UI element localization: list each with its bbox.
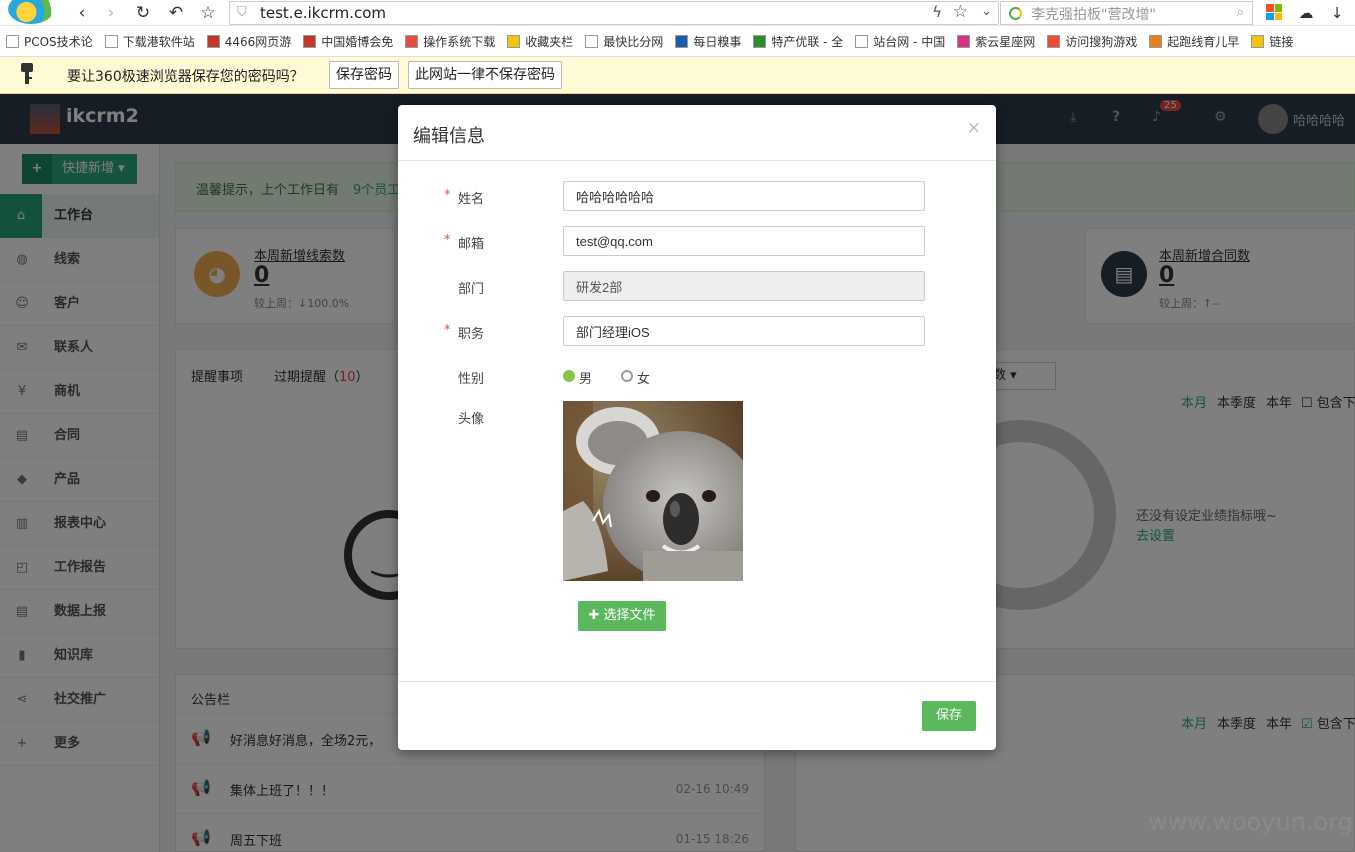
password-prompt-message: 要让360极速浏览器保存您的密码吗？ xyxy=(67,69,304,85)
bookmark-label: PCOS技术论 xyxy=(24,35,93,49)
bookmark-favicon-icon xyxy=(855,35,869,48)
bookmark-item[interactable]: 特产优联 - 全 xyxy=(753,33,843,50)
bookmark-label: 最快比分网 xyxy=(603,35,664,49)
bookmark-item[interactable]: 最快比分网 xyxy=(585,33,663,50)
gender-female-radio[interactable] xyxy=(621,370,633,382)
search-input[interactable]: 李克强拍板"营改增" ⌕ xyxy=(1000,1,1253,25)
footer-divider xyxy=(398,681,996,682)
choose-file-label: 选择文件 xyxy=(603,608,656,623)
bookmark-favicon-icon xyxy=(206,35,220,48)
bookmark-label: 链接 xyxy=(1269,35,1294,49)
required-marker: * xyxy=(444,233,451,248)
chevron-down-icon[interactable]: ⌄ xyxy=(981,4,992,19)
choose-file-button[interactable]: ✚ 选择文件 xyxy=(578,601,666,631)
position-input[interactable] xyxy=(563,316,925,346)
bookmark-favicon-icon xyxy=(405,35,419,48)
bookmarks-bar: PCOS技术论 下载港软件站 4466网页游 中国婚博会免 操作系统下载 收藏夹栏 最快比分… xyxy=(0,27,1355,57)
forward-icon[interactable]: › xyxy=(100,2,122,24)
bookmark-favicon-icon xyxy=(1149,35,1163,48)
bookmark-favicon-icon xyxy=(507,35,521,48)
gender-female-label[interactable]: 女 xyxy=(637,368,650,387)
dialog-title: 编辑信息 xyxy=(413,126,485,147)
required-marker: * xyxy=(444,323,451,338)
bookmark-label: 起跑线育儿早 xyxy=(1167,35,1240,49)
email-input[interactable] xyxy=(563,226,925,256)
bookmark-label: 收藏夹栏 xyxy=(525,35,574,49)
name-input[interactable] xyxy=(563,181,925,211)
save-password-button[interactable]: 保存密码 xyxy=(329,61,399,89)
avatar-label: 头像 xyxy=(458,412,485,427)
bookmark-item[interactable]: 站台网 - 中国 xyxy=(855,33,945,50)
bookmark-label: 下载港软件站 xyxy=(122,35,195,49)
bookmark-item[interactable]: 访问搜狗游戏 xyxy=(1047,33,1137,50)
bookmark-favicon-icon xyxy=(957,35,971,48)
reload-icon[interactable]: ↻ xyxy=(132,2,154,24)
bookmark-item[interactable]: 操作系统下载 xyxy=(405,33,495,50)
required-marker: * xyxy=(444,188,451,203)
cloud-icon[interactable]: ☁ xyxy=(1295,2,1317,24)
bookmark-item[interactable]: 起跑线育儿早 xyxy=(1149,33,1239,50)
header-divider xyxy=(398,160,996,161)
close-icon[interactable]: × xyxy=(967,118,981,138)
browser-toolbar: ‹ › ↻ ↶ ☆ ⛉ test.e.ikcrm.com ϟ ☆ ⌄ 李克强拍板… xyxy=(0,0,1355,26)
bookmark-label: 操作系统下载 xyxy=(423,35,496,49)
search-engine-icon xyxy=(1009,7,1022,20)
plus-icon: ✚ xyxy=(588,608,600,623)
bookmark-label: 访问搜狗游戏 xyxy=(1065,35,1138,49)
address-bar[interactable]: ⛉ test.e.ikcrm.com ϟ ☆ ⌄ xyxy=(229,1,999,25)
favorite-star-icon[interactable]: ☆ xyxy=(197,2,219,24)
bookmark-label: 紫云星座网 xyxy=(975,35,1036,49)
browser-logo-icon[interactable] xyxy=(8,0,54,24)
edit-info-dialog: 编辑信息 × * 姓名 * 邮箱 部门 * 职务 性别 男 女 头像 xyxy=(398,105,996,750)
bookmark-favicon-icon xyxy=(585,35,599,48)
bookmark-item[interactable]: 链接 xyxy=(1251,33,1293,50)
avatar-preview-image xyxy=(563,401,743,581)
position-label: 职务 xyxy=(458,327,485,342)
bookmark-star-icon[interactable]: ☆ xyxy=(953,2,968,22)
koala-image xyxy=(563,401,743,581)
watermark: www.wooyun.org xyxy=(1148,808,1353,836)
bookmark-favicon-icon xyxy=(675,35,689,48)
bookmark-favicon-icon xyxy=(753,35,767,48)
password-prompt-bar: 要让360极速浏览器保存您的密码吗？ 保存密码 此网站一律不保存密码 xyxy=(0,57,1355,94)
bookmark-item[interactable]: 4466网页游 xyxy=(206,33,292,50)
download-arrow-icon[interactable]: ↓ xyxy=(1326,2,1348,24)
gender-male-radio[interactable] xyxy=(563,370,575,382)
gender-male-label[interactable]: 男 xyxy=(579,368,592,387)
bookmark-favicon-icon xyxy=(104,35,118,48)
bookmark-label: 每日糗事 xyxy=(693,35,742,49)
shield-icon: ⛉ xyxy=(237,5,247,20)
department-input xyxy=(563,271,925,301)
bookmark-item[interactable]: PCOS技术论 xyxy=(6,33,93,50)
bookmark-item[interactable]: 每日糗事 xyxy=(675,33,741,50)
bookmark-favicon-icon xyxy=(1047,35,1061,48)
gender-label: 性别 xyxy=(458,372,485,387)
key-icon xyxy=(21,63,33,84)
bookmark-label: 站台网 - 中国 xyxy=(873,35,946,49)
apps-icon[interactable] xyxy=(1266,4,1282,20)
url-text: test.e.ikcrm.com xyxy=(260,4,386,22)
department-label: 部门 xyxy=(458,282,485,297)
bookmark-favicon-icon xyxy=(6,35,19,48)
bookmark-item[interactable]: 下载港软件站 xyxy=(104,33,195,50)
bookmark-favicon-icon xyxy=(303,35,317,48)
back-icon[interactable]: ‹ xyxy=(71,2,93,24)
bookmark-item[interactable]: 紫云星座网 xyxy=(957,33,1035,50)
bookmark-label: 中国婚博会免 xyxy=(321,35,394,49)
lightning-icon[interactable]: ϟ xyxy=(932,3,942,21)
bookmark-favicon-icon xyxy=(1251,35,1265,48)
bookmark-item[interactable]: 收藏夹栏 xyxy=(507,33,573,50)
bookmark-item[interactable]: 中国婚博会免 xyxy=(303,33,393,50)
search-placeholder: 李克强拍板"营改增" xyxy=(1031,7,1156,23)
bookmark-label: 4466网页游 xyxy=(224,35,292,49)
save-button[interactable]: 保存 xyxy=(922,701,976,731)
email-label: 邮箱 xyxy=(458,237,485,252)
undo-icon[interactable]: ↶ xyxy=(165,2,187,24)
bookmark-label: 特产优联 - 全 xyxy=(771,35,844,49)
name-label: 姓名 xyxy=(458,192,485,207)
never-save-password-button[interactable]: 此网站一律不保存密码 xyxy=(408,61,562,89)
search-icon[interactable]: ⌕ xyxy=(1237,5,1244,20)
